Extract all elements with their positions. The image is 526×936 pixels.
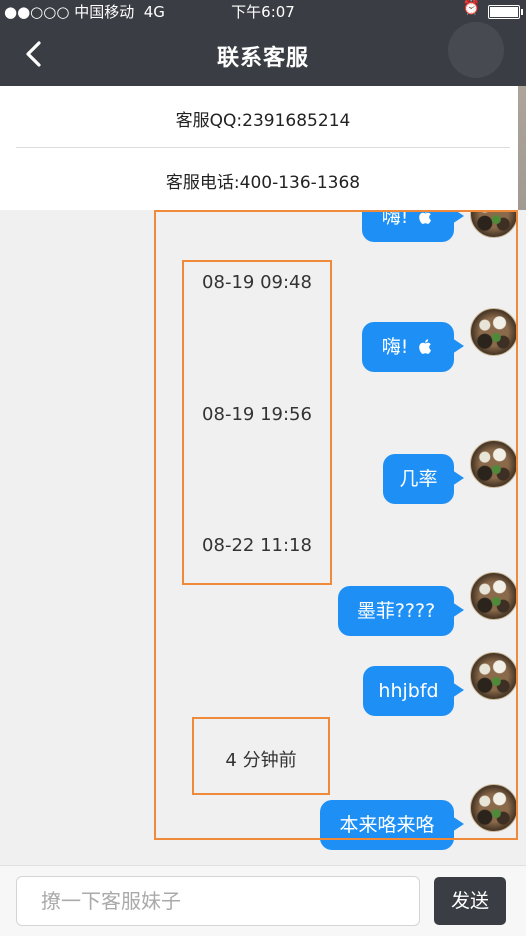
message-input[interactable]: 撩一下客服妹子 xyxy=(16,876,420,926)
message-bubble[interactable]: 嗨! xyxy=(362,210,464,242)
floating-assistive-button[interactable] xyxy=(448,22,504,78)
chat-message-list[interactable]: 嗨! 08-19 09:48 嗨! 08-19 19:56 几率 08-22 1… xyxy=(0,210,526,865)
message-bubble[interactable]: 墨菲???? xyxy=(338,586,464,636)
message-text: 本来咯来咯 xyxy=(339,814,435,836)
avatar[interactable] xyxy=(470,308,518,356)
nav-bar: 联系客服 xyxy=(0,22,526,86)
page-title: 联系客服 xyxy=(216,46,309,71)
message-text: 几率 xyxy=(399,468,438,490)
avatar[interactable] xyxy=(470,440,518,488)
avatar[interactable] xyxy=(470,210,518,238)
battery-icon xyxy=(488,5,523,19)
divider xyxy=(16,147,510,148)
contact-info-panel: 客服QQ:2391685214 客服电话:400-136-1368 xyxy=(0,86,526,210)
message-bubble[interactable]: 嗨! xyxy=(362,322,464,372)
apple-icon xyxy=(419,339,432,354)
message-timestamp: 08-19 19:56 xyxy=(202,404,312,425)
service-qq[interactable]: 客服QQ:2391685214 xyxy=(0,106,526,131)
status-time: 下午6:07 xyxy=(231,3,295,21)
message-text: hhjbfd xyxy=(378,680,439,702)
status-bar: ●●○○○ 中国移动 4G 下午6:07 ⏰ xyxy=(0,0,526,22)
message-bubble[interactable]: hhjbfd xyxy=(363,666,464,716)
message-bubble[interactable]: 几率 xyxy=(383,454,464,504)
message-text: 嗨! xyxy=(381,210,409,228)
message-text: 墨菲???? xyxy=(356,600,436,622)
alarm-icon: ⏰ xyxy=(462,0,480,16)
message-timestamp: 08-19 09:48 xyxy=(202,272,312,293)
message-text: 嗨! xyxy=(381,336,409,358)
message-bubble[interactable]: 本来咯来咯 xyxy=(320,800,464,850)
message-timestamp: 08-22 11:18 xyxy=(202,535,312,556)
apple-icon xyxy=(419,210,432,224)
service-phone[interactable]: 客服电话:400-136-1368 xyxy=(0,168,526,193)
message-timestamp: 4 分钟前 xyxy=(225,750,297,771)
avatar[interactable] xyxy=(470,784,518,832)
avatar[interactable] xyxy=(470,652,518,700)
avatar[interactable] xyxy=(470,572,518,620)
input-bar: 撩一下客服妹子 发送 xyxy=(0,865,526,936)
send-button[interactable]: 发送 xyxy=(434,877,506,925)
